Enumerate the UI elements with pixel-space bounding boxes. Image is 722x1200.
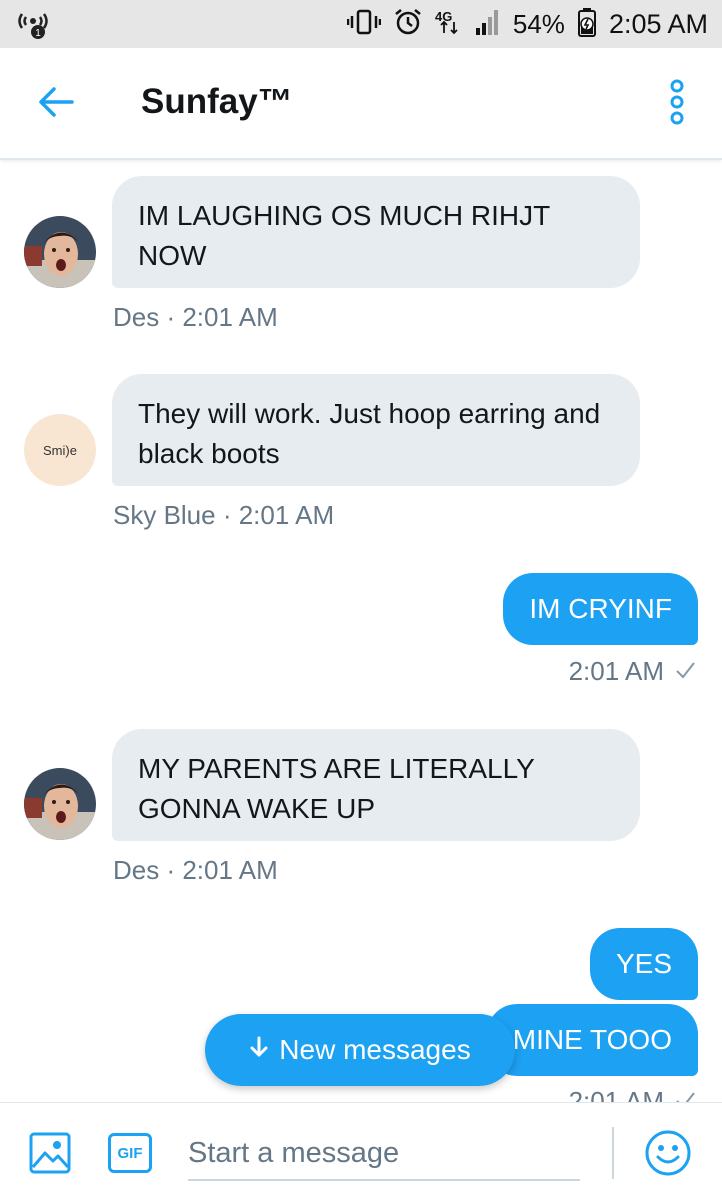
message-bubble-incoming[interactable]: IM LAUGHING OS MUCH RIHJT NOW (112, 176, 640, 288)
message-bubble-outgoing[interactable]: IM CRYINF (503, 573, 698, 645)
message-text: They will work. Just hoop earring and bl… (138, 398, 601, 469)
back-arrow-icon (36, 85, 76, 124)
message-text: IM CRYINF (529, 593, 672, 624)
gif-button[interactable]: GIF (108, 1133, 152, 1173)
new-messages-label: New messages (279, 1034, 471, 1065)
status-bar: 1 4G 54% 2:05 AM (0, 0, 722, 48)
checkmark-icon (674, 1086, 696, 1102)
message-bubble-outgoing[interactable]: YES (589, 928, 698, 1000)
emoji-button[interactable] (644, 1129, 692, 1177)
avatar[interactable]: Smi)e (24, 414, 96, 486)
message-meta: Sky Blue · 2:01 AM (113, 500, 335, 530)
message-composer: GIF (0, 1102, 722, 1200)
message-bubble-incoming[interactable]: MY PARENTS ARE LITERALLY GONNA WAKE UP (112, 729, 640, 841)
new-messages-button[interactable]: New messages (205, 1014, 515, 1086)
message-text: IM LAUGHING OS MUCH RIHJT NOW (138, 200, 550, 271)
composer-divider (612, 1127, 614, 1179)
avatar-des (24, 768, 96, 840)
message-time: 2:01 AM (568, 656, 664, 686)
alarm-icon (393, 7, 423, 42)
more-options-button[interactable] (662, 78, 692, 130)
smiley-icon (644, 1130, 692, 1181)
avatar[interactable] (24, 768, 96, 840)
message-text: MY PARENTS ARE LITERALLY GONNA WAKE UP (138, 753, 535, 824)
conversation-thread[interactable]: IM LAUGHING OS MUCH RIHJT NOW Des · 2:01… (0, 162, 722, 1102)
avatar-des (24, 216, 96, 288)
message-meta: 2:01 AM (569, 1086, 696, 1102)
wifi-calling-icon: 1 (16, 8, 50, 40)
avatar[interactable] (24, 216, 96, 288)
message-meta: Des · 2:01 AM (113, 302, 278, 332)
message-bubble-outgoing[interactable]: MINE TOOO (486, 1004, 698, 1076)
4g-lte-icon: 4G (435, 8, 463, 41)
battery-charging-icon (577, 7, 597, 42)
image-icon (28, 1132, 72, 1179)
message-meta: 2:01 AM (569, 656, 696, 687)
avatar-smile-text: Smi)e (43, 442, 77, 458)
more-vertical-icon (669, 79, 685, 130)
message-time: 2:01 AM (568, 1086, 664, 1102)
battery-percent: 54% (512, 8, 565, 39)
signal-icon (475, 8, 501, 41)
gif-label: GIF (117, 1144, 143, 1162)
message-text: MINE TOOO (512, 1024, 672, 1055)
vibrate-icon (346, 8, 382, 41)
checkmark-icon (674, 656, 696, 687)
message-text: YES (615, 948, 672, 979)
message-bubble-incoming[interactable]: They will work. Just hoop earring and bl… (112, 374, 640, 486)
conversation-header: Sunfay™ (0, 48, 722, 160)
message-input[interactable] (188, 1127, 580, 1181)
status-time: 2:05 AM (608, 8, 708, 39)
back-button[interactable] (28, 78, 84, 130)
add-media-button[interactable] (28, 1131, 72, 1175)
arrow-down-icon (249, 1034, 269, 1066)
svg-text:1: 1 (35, 28, 41, 39)
conversation-title: Sunfay™ (141, 82, 293, 121)
message-meta: Des · 2:01 AM (113, 855, 278, 885)
